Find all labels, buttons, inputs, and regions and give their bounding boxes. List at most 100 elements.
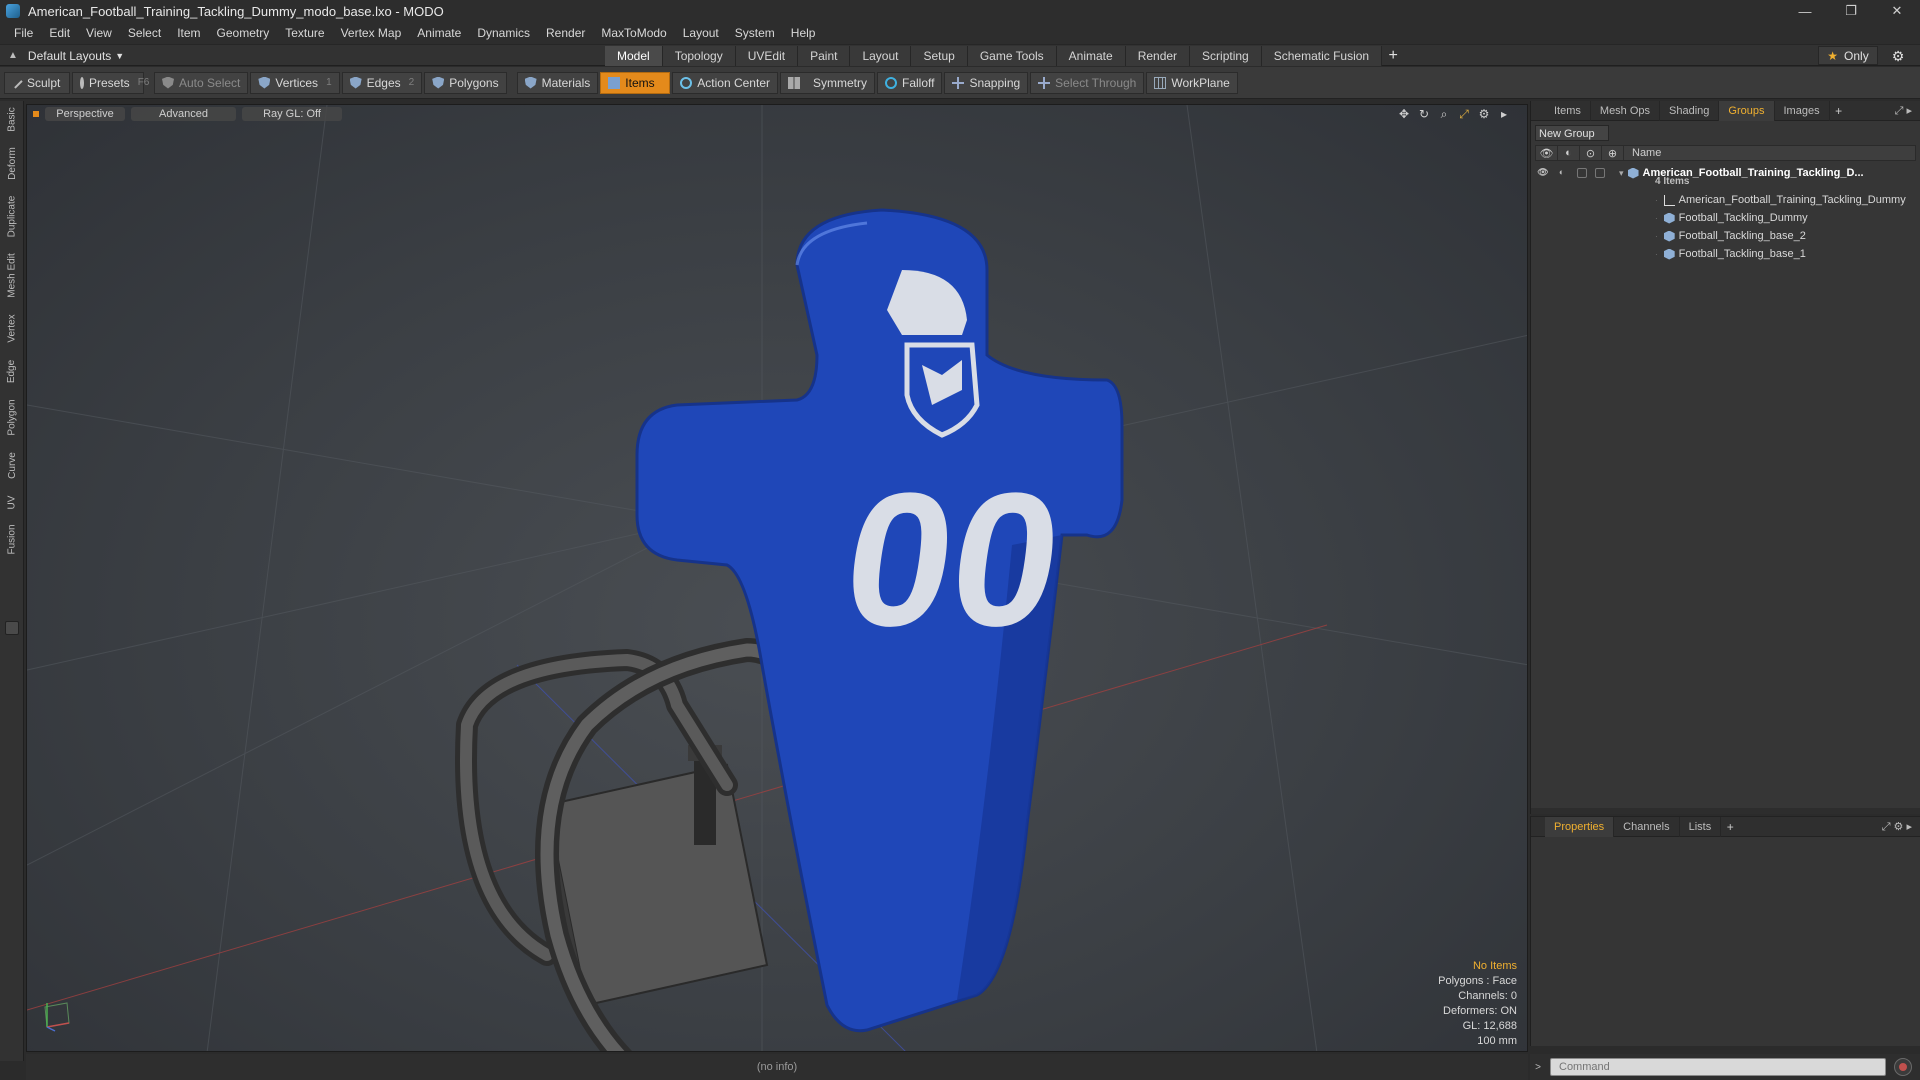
tab-items[interactable]: Items bbox=[1545, 100, 1591, 121]
presets-button[interactable]: Presets F6 bbox=[72, 71, 149, 94]
menu-select[interactable]: Select bbox=[120, 22, 169, 44]
vtab-uv[interactable]: UV bbox=[2, 489, 22, 515]
tab-setup[interactable]: Setup bbox=[911, 46, 968, 66]
render-toggle-icon[interactable]: ◐ bbox=[1559, 167, 1569, 177]
tree-item-mesh[interactable]: · Football_Tackling_base_1 bbox=[1535, 245, 1916, 263]
tab-lists[interactable]: Lists bbox=[1680, 816, 1722, 837]
symmetry-button[interactable]: Symmetry bbox=[779, 71, 875, 94]
menu-item[interactable]: Item bbox=[169, 22, 208, 44]
menu-system[interactable]: System bbox=[727, 22, 783, 44]
expand-properties-icon[interactable]: ⤢ ⚙ ▸ bbox=[1882, 820, 1912, 834]
menu-dynamics[interactable]: Dynamics bbox=[469, 22, 538, 44]
items-button[interactable]: Items bbox=[600, 71, 671, 94]
tab-channels[interactable]: Channels bbox=[1614, 816, 1680, 837]
action-center-button[interactable]: Action Center bbox=[672, 71, 778, 94]
zoom-icon[interactable]: ⌕ bbox=[1437, 107, 1451, 121]
edges-button[interactable]: Edges 2 bbox=[341, 71, 423, 94]
tab-paint[interactable]: Paint bbox=[798, 46, 851, 66]
fit-icon[interactable]: ⤢ bbox=[1457, 107, 1471, 121]
materials-button[interactable]: Materials bbox=[516, 71, 599, 94]
falloff-button[interactable]: Falloff bbox=[876, 71, 943, 94]
menu-maxtomodo[interactable]: MaxToModo bbox=[593, 22, 674, 44]
tab-animate[interactable]: Animate bbox=[1056, 46, 1126, 66]
close-button[interactable]: ✕ bbox=[1874, 0, 1920, 22]
workplane-button[interactable]: WorkPlane bbox=[1146, 71, 1238, 94]
minimize-button[interactable]: — bbox=[1782, 0, 1828, 22]
tab-schematic-fusion[interactable]: Schematic Fusion bbox=[1261, 46, 1383, 66]
vertices-button[interactable]: Vertices 1 bbox=[250, 71, 340, 94]
vtab-edge[interactable]: Edge bbox=[2, 353, 22, 389]
viewport-menu-icon[interactable] bbox=[33, 111, 39, 117]
menu-edit[interactable]: Edit bbox=[41, 22, 78, 44]
menu-layout[interactable]: Layout bbox=[675, 22, 727, 44]
render-column-icon[interactable]: ◐ bbox=[1558, 146, 1580, 160]
command-history-icon[interactable]: > bbox=[1530, 1062, 1546, 1073]
tab-groups[interactable]: Groups bbox=[1719, 100, 1775, 121]
tab-model[interactable]: Model bbox=[605, 46, 663, 66]
layout-selector[interactable]: ▲ Default Layouts ▼ bbox=[8, 45, 124, 66]
menu-texture[interactable]: Texture bbox=[277, 22, 332, 44]
gear-icon[interactable]: ⚙ bbox=[1888, 46, 1908, 66]
expand-panel-icon[interactable]: ⤢ ▸ bbox=[1895, 104, 1912, 118]
tab-render[interactable]: Render bbox=[1125, 46, 1191, 66]
viewport-expand-icon[interactable]: ▸ bbox=[1497, 107, 1511, 121]
rotate-icon[interactable]: ↻ bbox=[1417, 107, 1431, 121]
add-panel-tab-button[interactable]: + bbox=[1830, 104, 1848, 118]
tab-mesh-ops[interactable]: Mesh Ops bbox=[1591, 100, 1661, 121]
menu-file[interactable]: File bbox=[6, 22, 41, 44]
menu-help[interactable]: Help bbox=[783, 22, 824, 44]
raygl-toggle[interactable]: Ray GL: Off bbox=[242, 107, 342, 121]
shading-dropdown[interactable]: Advanced bbox=[131, 107, 236, 121]
vtab-fusion[interactable]: Fusion bbox=[2, 519, 22, 559]
group-row[interactable]: 👁 ◐ ▾ American_Football_Training_Tacklin… bbox=[1535, 161, 1916, 187]
vtab-duplicate[interactable]: Duplicate bbox=[2, 189, 22, 243]
panel-divider[interactable] bbox=[1531, 808, 1920, 814]
vtab-mesh-edit[interactable]: Mesh Edit bbox=[2, 247, 22, 303]
name-column-header[interactable]: Name bbox=[1624, 147, 1661, 159]
tab-game-tools[interactable]: Game Tools bbox=[967, 46, 1057, 66]
add-tab-button[interactable]: + bbox=[1382, 46, 1404, 66]
select-column-icon[interactable]: ⊕ bbox=[1602, 146, 1624, 160]
menu-geometry[interactable]: Geometry bbox=[209, 22, 278, 44]
only-button[interactable]: ★ Only bbox=[1818, 46, 1878, 65]
vtab-vertex[interactable]: Vertex bbox=[2, 307, 22, 349]
visibility-column-icon[interactable]: 👁 bbox=[1536, 146, 1558, 160]
snapping-button[interactable]: Snapping bbox=[944, 71, 1029, 94]
expand-arrow-icon[interactable]: ▾ bbox=[1619, 168, 1624, 179]
lock-column-icon[interactable]: ⊙ bbox=[1580, 146, 1602, 160]
tab-shading[interactable]: Shading bbox=[1660, 100, 1720, 121]
visibility-eye-icon[interactable]: 👁 bbox=[1537, 167, 1549, 179]
tab-topology[interactable]: Topology bbox=[662, 46, 736, 66]
menu-render[interactable]: Render bbox=[538, 22, 593, 44]
tab-scripting[interactable]: Scripting bbox=[1190, 46, 1262, 66]
sculpt-button[interactable]: Sculpt bbox=[4, 71, 70, 94]
collapse-arrow-icon[interactable]: ▲ bbox=[8, 50, 18, 61]
perspective-dropdown[interactable]: Perspective bbox=[45, 107, 125, 121]
vtab-deform[interactable]: Deform bbox=[2, 141, 22, 185]
pan-icon[interactable]: ✥ bbox=[1397, 107, 1411, 121]
select-toggle[interactable] bbox=[1595, 168, 1605, 178]
vtab-polygon[interactable]: Polygon bbox=[2, 393, 22, 441]
restore-button[interactable]: ❐ bbox=[1828, 0, 1874, 22]
menu-animate[interactable]: Animate bbox=[409, 22, 469, 44]
tree-item-mesh[interactable]: · Football_Tackling_Dummy bbox=[1535, 209, 1916, 227]
polygons-button[interactable]: Polygons bbox=[424, 71, 507, 94]
tab-uvedit[interactable]: UVEdit bbox=[735, 46, 799, 66]
viewport-gear-icon[interactable]: ⚙ bbox=[1477, 107, 1491, 121]
add-properties-tab-button[interactable]: + bbox=[1721, 820, 1739, 834]
menu-view[interactable]: View bbox=[78, 22, 120, 44]
3d-viewport[interactable]: 00 Perspective Advanced Ray GL: Off ✥ ↻ … bbox=[26, 104, 1528, 1052]
strip-toggle-button[interactable] bbox=[5, 621, 19, 635]
tab-layout[interactable]: Layout bbox=[850, 46, 912, 66]
menu-vertex-map[interactable]: Vertex Map bbox=[333, 22, 410, 44]
record-icon[interactable] bbox=[1894, 1058, 1912, 1076]
auto-select-button[interactable]: Auto Select bbox=[154, 71, 249, 94]
new-group-button[interactable]: New Group bbox=[1535, 125, 1609, 141]
select-through-button[interactable]: Select Through bbox=[1030, 71, 1145, 94]
lock-toggle[interactable] bbox=[1577, 168, 1587, 178]
tab-properties[interactable]: Properties bbox=[1545, 816, 1615, 837]
tab-images[interactable]: Images bbox=[1775, 100, 1830, 121]
vtab-curve[interactable]: Curve bbox=[2, 445, 22, 485]
tree-item-mesh[interactable]: · Football_Tackling_base_2 bbox=[1535, 227, 1916, 245]
vtab-basic[interactable]: Basic bbox=[2, 101, 22, 137]
